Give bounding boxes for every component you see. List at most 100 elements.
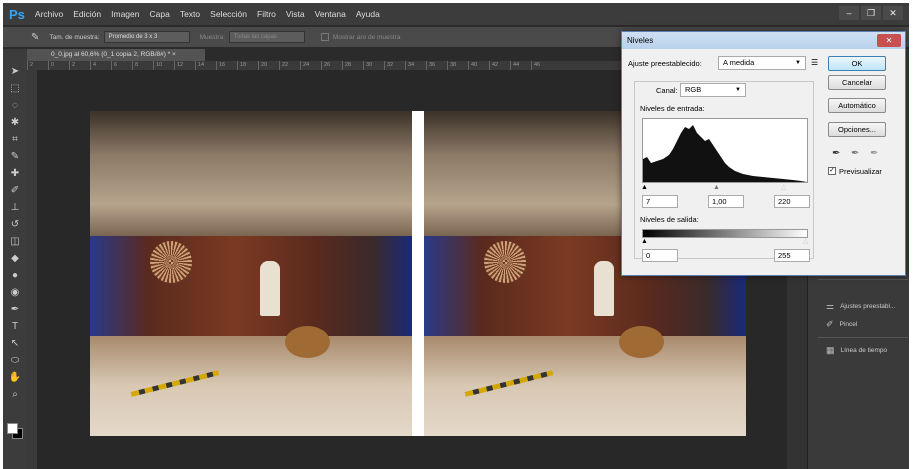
- blur-tool-icon[interactable]: ●: [3, 267, 27, 284]
- output-black-field[interactable]: 0: [642, 249, 678, 262]
- ruler-tick: 28: [342, 61, 363, 70]
- document-tab[interactable]: 0_0.jpg al 60,6% (0_1 copia 2, RGB/8#) *…: [27, 49, 205, 61]
- panel-divider: [818, 337, 908, 338]
- chevron-down-icon: ▼: [735, 87, 741, 93]
- close-window-button[interactable]: ✕: [883, 6, 903, 20]
- history-brush-icon[interactable]: ↺: [3, 216, 27, 233]
- pen-tool-icon[interactable]: ✒: [3, 301, 27, 318]
- channel-value: RGB: [685, 85, 702, 94]
- eraser-tool-icon[interactable]: ◫: [3, 233, 27, 250]
- menu-seleccion[interactable]: Selección: [210, 9, 247, 19]
- shape-tool-icon[interactable]: ⬭: [3, 352, 27, 369]
- input-gamma-slider[interactable]: ▲: [713, 184, 720, 192]
- gray-eyedropper-icon[interactable]: ✒: [851, 148, 859, 159]
- sample-select[interactable]: Todas las capas: [228, 31, 305, 43]
- output-black-slider[interactable]: ▲: [641, 238, 648, 246]
- sample-size-select[interactable]: Promedio de 3 x 3: [103, 31, 190, 43]
- options-button[interactable]: Opciones...: [828, 122, 886, 137]
- input-black-slider[interactable]: ▲: [641, 184, 648, 192]
- ruler-tick: 42: [489, 61, 510, 70]
- ruler-tick: 16: [216, 61, 237, 70]
- marquee-tool-icon[interactable]: ⬚: [3, 80, 27, 97]
- dodge-tool-icon[interactable]: ◉: [3, 284, 27, 301]
- type-tool-icon[interactable]: T: [3, 318, 27, 335]
- auto-button[interactable]: Automático: [828, 98, 886, 113]
- path-selection-icon[interactable]: ↖: [3, 335, 27, 352]
- panel-timeline[interactable]: ▦ Línea de tiempo: [826, 345, 887, 356]
- eyedropper-tool-icon[interactable]: ✎: [31, 32, 39, 43]
- preset-menu-icon[interactable]: ☰: [811, 58, 818, 67]
- restore-button[interactable]: ❐: [861, 6, 881, 20]
- ruler-tick: 24: [300, 61, 321, 70]
- menu-ayuda[interactable]: Ayuda: [356, 9, 380, 19]
- show-ring-label: Mostrar aro de muestra: [332, 33, 401, 41]
- crop-tool-icon[interactable]: ⌗: [3, 131, 27, 148]
- panel-adjustment-presets[interactable]: ⚌ Ajustes preestabl...: [826, 301, 895, 312]
- channel-select[interactable]: RGB ▼: [680, 83, 746, 97]
- menu-ventana[interactable]: Ventana: [315, 9, 346, 19]
- output-white-slider[interactable]: △: [803, 238, 808, 246]
- magic-wand-tool-icon[interactable]: ✱: [3, 114, 27, 131]
- menu-imagen[interactable]: Imagen: [111, 9, 139, 19]
- levels-dialog: Niveles ✕ Ajuste preestablecido: A medid…: [621, 31, 906, 276]
- panel-label: Línea de tiempo: [840, 347, 888, 354]
- ruler-tick: 12: [174, 61, 195, 70]
- input-gamma-field[interactable]: 1,00: [708, 195, 744, 208]
- ruler-tick: 6: [111, 61, 132, 70]
- ceiling-region: [90, 111, 412, 236]
- lasso-tool-icon[interactable]: ◌: [3, 97, 27, 114]
- ruler-tick: 0: [48, 61, 69, 70]
- ruler-tick: 34: [405, 61, 426, 70]
- photoshop-window: Ps Archivo Edición Imagen Capa Texto Sel…: [3, 3, 909, 469]
- panel-brush[interactable]: ✐ Pincel: [826, 319, 857, 330]
- clone-stamp-icon[interactable]: ⊥: [3, 199, 27, 216]
- tools-panel: ➤ ⬚ ◌ ✱ ⌗ ✎ ✚ ✐ ⊥ ↺ ◫ ◆ ● ◉ ✒ T ↖ ⬭ ✋ ⌕: [3, 49, 27, 469]
- dialog-title-bar: Niveles ✕: [622, 32, 905, 49]
- eyedropper-icon[interactable]: ✎: [3, 148, 27, 165]
- ruler-tick: 8: [132, 61, 153, 70]
- figure-display: [594, 261, 614, 316]
- menu-filtro[interactable]: Filtro: [257, 9, 276, 19]
- dialog-title: Niveles: [627, 36, 654, 45]
- close-icon[interactable]: ✕: [877, 34, 901, 47]
- healing-brush-icon[interactable]: ✚: [3, 165, 27, 182]
- input-white-slider[interactable]: △: [781, 184, 786, 192]
- ruler-tick: 32: [384, 61, 405, 70]
- photoshop-logo: Ps: [9, 6, 25, 22]
- ruler-tick: 18: [237, 61, 258, 70]
- ok-button[interactable]: OK: [828, 56, 886, 71]
- paint-bucket-icon[interactable]: ◆: [3, 250, 27, 267]
- input-black-field[interactable]: 7: [642, 195, 678, 208]
- ruler-tick: 14: [195, 61, 216, 70]
- fan-decoration: [150, 241, 192, 283]
- black-eyedropper-icon[interactable]: ✒: [832, 148, 840, 159]
- ruler-tick: 44: [510, 61, 531, 70]
- move-tool-icon[interactable]: ➤: [3, 63, 27, 80]
- timeline-icon: ▦: [826, 345, 835, 355]
- output-white-field[interactable]: 255: [774, 249, 810, 262]
- menu-texto[interactable]: Texto: [180, 9, 200, 19]
- panel-label: Ajustes preestabl...: [840, 303, 896, 310]
- ruler-tick: 4: [90, 61, 111, 70]
- brush-tool-icon[interactable]: ✐: [3, 182, 27, 199]
- ruler-tick: 2: [27, 61, 48, 70]
- white-eyedropper-icon[interactable]: ✒: [870, 148, 878, 159]
- cancel-button[interactable]: Cancelar: [828, 75, 886, 90]
- menu-edicion[interactable]: Edición: [73, 9, 101, 19]
- menu-capa[interactable]: Capa: [150, 9, 170, 19]
- preset-select[interactable]: A medida ▼: [718, 56, 806, 70]
- input-white-field[interactable]: 220: [774, 195, 810, 208]
- output-gradient-bar: [642, 229, 808, 238]
- zoom-tool-icon[interactable]: ⌕: [3, 386, 27, 403]
- foreground-color-swatch[interactable]: [7, 423, 18, 434]
- figure-display: [260, 261, 280, 316]
- panel-divider: [818, 279, 908, 280]
- hand-tool-icon[interactable]: ✋: [3, 369, 27, 386]
- menu-vista[interactable]: Vista: [286, 9, 305, 19]
- chevron-down-icon: ▼: [795, 60, 801, 66]
- preview-checkbox[interactable]: ✓: [828, 167, 836, 175]
- preview-label: Previsualizar: [839, 167, 882, 176]
- show-ring-checkbox[interactable]: [320, 33, 329, 41]
- minimize-button[interactable]: –: [839, 6, 859, 20]
- menu-archivo[interactable]: Archivo: [35, 9, 63, 19]
